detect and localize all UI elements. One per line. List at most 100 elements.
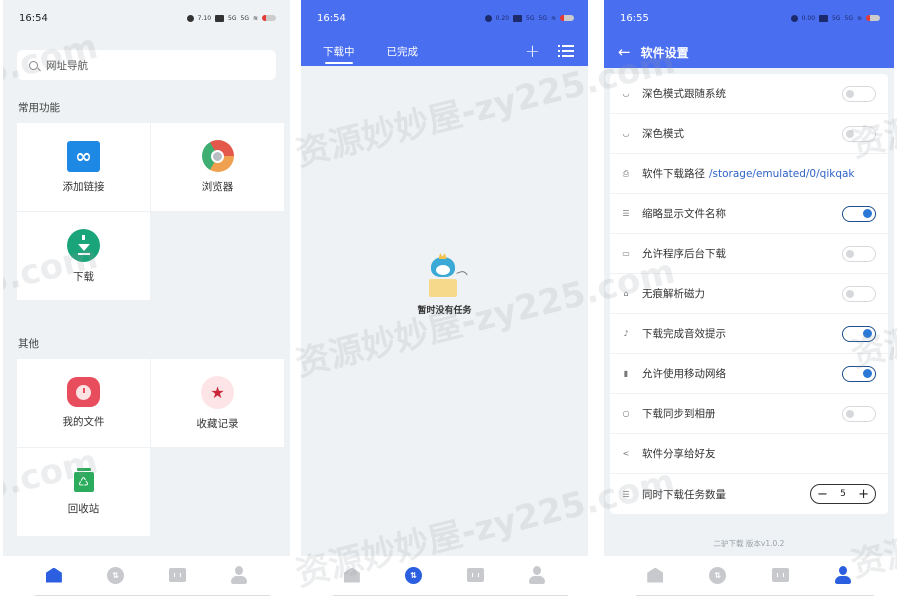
nav-home[interactable] (343, 566, 361, 584)
page-title: 软件设置 (640, 45, 689, 60)
app-screenshots: 16:54 7.10 5G 5G ≋ 网址导航 常用功能 ∞ 添加链接 浏览器 … (0, 0, 897, 600)
share-icon: < (622, 449, 630, 458)
hd-icon (215, 14, 225, 22)
settings-label: 软件下载路径 (642, 168, 705, 180)
tile-browser[interactable]: 浏览器 (151, 123, 284, 211)
nav-home[interactable] (646, 566, 664, 584)
home-icon (343, 567, 360, 583)
status-icons: 0.20 5G 5G ≋ (484, 14, 574, 22)
settings-row[interactable]: ☰ 同时下载任务数量 − 5 + (610, 474, 888, 514)
tile-add-link[interactable]: ∞ 添加链接 (17, 123, 150, 211)
alarm-icon (790, 14, 798, 22)
nav-profile[interactable] (230, 566, 248, 584)
download-circle-icon: ⇅ (405, 566, 423, 584)
clock-file-icon (67, 377, 100, 407)
home-icon (647, 567, 664, 583)
settings-label: 软件分享给好友 (642, 448, 716, 460)
settings-row[interactable]: ◡ 深色模式 (610, 114, 888, 154)
battery-icon (560, 15, 574, 21)
tile-download[interactable]: 下载 (17, 212, 150, 300)
network-speed: 0.20 (495, 14, 510, 22)
empty-state-text: 暂时没有任务 (417, 306, 472, 316)
tile-recycle-bin[interactable]: ♺ 回收站 (17, 448, 150, 536)
list-menu-icon[interactable] (558, 45, 574, 57)
nav-downloads[interactable]: ⇅ (107, 566, 125, 584)
nav-home[interactable] (45, 566, 63, 584)
back-arrow-icon[interactable]: ← (618, 43, 631, 61)
status-time: 16:55 (620, 12, 649, 24)
settings-label: 允许程序后台下载 (642, 248, 726, 260)
settings-header: 16:55 0.00 5G 5G ≋ ← 软件设置 (604, 0, 894, 68)
settings-label: 深色模式跟随系统 (642, 88, 726, 100)
other-functions-grid: 我的文件 ★ 收藏记录 ♺ 回收站 (17, 359, 284, 536)
alarm-icon (186, 14, 194, 22)
settings-label: 下载完成音效提示 (642, 328, 726, 340)
settings-row[interactable]: ○ 下载同步到相册 (610, 394, 888, 434)
moon-icon: ◡ (622, 129, 630, 138)
tab-completed[interactable]: 已完成 (387, 36, 419, 66)
settings-list: ◡ 深色模式跟随系统 ◡ 深色模式 ⎙ 软件下载路径/storage/emulated/0… (610, 74, 888, 514)
settings-label: 深色模式 (642, 128, 684, 140)
nav-toolbox[interactable] (771, 566, 789, 584)
status-time: 16:54 (317, 12, 346, 24)
alarm-icon (484, 14, 492, 22)
nav-profile[interactable] (834, 566, 852, 584)
settings-row[interactable]: ♪ 下载完成音效提示 (610, 314, 888, 354)
download-tabs: 下载中 已完成 + (301, 36, 588, 66)
toggle-switch[interactable] (842, 205, 876, 222)
settings-row[interactable]: ⌂ 无痕解析磁力 (610, 274, 888, 314)
toggle-switch[interactable] (842, 85, 876, 102)
status-bar: 16:54 0.20 5G 5G ≋ (301, 0, 588, 36)
signal-icon-2: 5G (844, 14, 853, 22)
tile-label: 回收站 (67, 503, 100, 515)
nav-toolbox[interactable] (168, 566, 186, 584)
nav-profile[interactable] (528, 566, 546, 584)
settings-row[interactable]: ▮ 允许使用移动网络 (610, 354, 888, 394)
settings-row[interactable]: ◡ 深色模式跟随系统 (610, 74, 888, 114)
downloads-screen: 16:54 0.20 5G 5G ≋ 下载中 已完成 + 暂时没有任务 ⇅ (301, 0, 588, 600)
list-icon: ☰ (622, 209, 630, 218)
add-task-button[interactable]: + (525, 41, 540, 62)
settings-label: 缩略显示文件名称 (642, 208, 726, 220)
download-path-value[interactable]: /storage/emulated/0/qikqak (709, 168, 855, 180)
settings-row[interactable]: ☰ 缩略显示文件名称 (610, 194, 888, 234)
settings-row[interactable]: < 软件分享给好友 (610, 434, 888, 474)
url-navigation-search[interactable]: 网址导航 (17, 50, 276, 80)
toggle-switch[interactable] (842, 125, 876, 142)
mascot-illustration (425, 253, 468, 299)
tile-my-files[interactable]: 我的文件 (17, 359, 150, 447)
toolbox-icon (771, 568, 789, 582)
tile-favorites[interactable]: ★ 收藏记录 (151, 359, 284, 447)
battery-icon (262, 15, 276, 21)
concurrent-tasks-stepper[interactable]: − 5 + (810, 484, 876, 504)
download-circle-icon: ⇅ (107, 566, 125, 584)
sync-icon: ○ (622, 409, 630, 418)
bottom-nav: ⇅ (604, 556, 894, 600)
nav-downloads[interactable]: ⇅ (405, 566, 423, 584)
tab-downloading[interactable]: 下载中 (323, 36, 355, 66)
nav-downloads[interactable]: ⇅ (709, 566, 727, 584)
settings-row[interactable]: ▭ 允许程序后台下载 (610, 234, 888, 274)
home-screen: 16:54 7.10 5G 5G ≋ 网址导航 常用功能 ∞ 添加链接 浏览器 … (3, 0, 290, 600)
tile-label: 浏览器 (201, 181, 234, 193)
toggle-switch[interactable] (842, 285, 876, 302)
settings-screen: 16:55 0.00 5G 5G ≋ ← 软件设置 ◡ 深色模式跟随系统 ◡ 深色模式… (604, 0, 894, 600)
toggle-switch[interactable] (842, 405, 876, 422)
wifi-icon: ≋ (252, 14, 258, 22)
section-title-common: 常用功能 (18, 102, 60, 114)
toggle-switch[interactable] (842, 365, 876, 382)
network-speed: 7.10 (197, 14, 212, 22)
empty-state: 暂时没有任务 (301, 253, 588, 316)
home-icon (45, 567, 62, 583)
decrement-button[interactable]: − (817, 488, 828, 501)
toggle-switch[interactable] (842, 245, 876, 262)
status-time: 16:54 (19, 12, 48, 24)
settings-row[interactable]: ⎙ 软件下载路径/storage/emulated/0/qikqak (610, 154, 888, 194)
nav-toolbox[interactable] (466, 566, 484, 584)
increment-button[interactable]: + (858, 488, 869, 501)
user-icon (834, 566, 851, 584)
bottom-nav: ⇅ (3, 556, 290, 600)
signal-icon: 5G (526, 14, 535, 22)
tile-label: 添加链接 (62, 180, 105, 193)
toggle-switch[interactable] (842, 325, 876, 342)
